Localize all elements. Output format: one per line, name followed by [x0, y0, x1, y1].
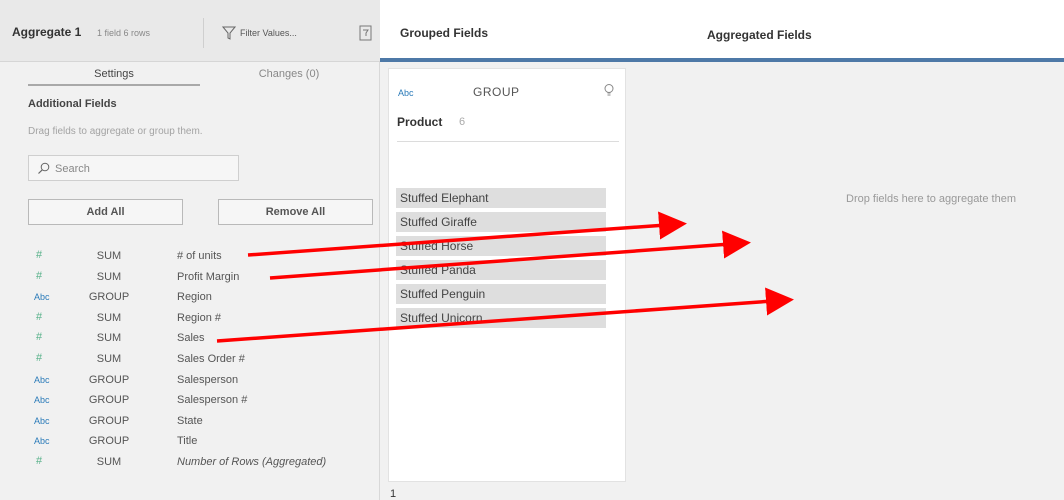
- settings-panel: Aggregate 1 1 field 6 rows Filter Values…: [0, 0, 380, 500]
- field-name: # of units: [177, 250, 222, 262]
- field-row[interactable]: # SUM Region #: [0, 309, 380, 329]
- grouped-fields-title: Grouped Fields: [400, 26, 489, 40]
- field-row[interactable]: # SUM Sales Order #: [0, 350, 380, 370]
- field-row[interactable]: # SUM Profit Margin: [0, 268, 380, 288]
- group-value-row[interactable]: Stuffed Unicorn: [396, 308, 606, 328]
- string-type-icon: Abc: [34, 292, 50, 303]
- aggregated-fields-drop-zone[interactable]: [700, 62, 1064, 500]
- number-type-icon: #: [36, 310, 43, 323]
- group-field-card[interactable]: Abc GROUP Product 6 Stuffed Elephant Stuf…: [388, 68, 626, 482]
- field-aggregation[interactable]: SUM: [84, 353, 134, 365]
- field-row[interactable]: Abc GROUP Salesperson #: [0, 391, 380, 411]
- string-type-icon: Abc: [34, 415, 50, 426]
- field-row[interactable]: # SUM # of units: [0, 247, 380, 267]
- step-title[interactable]: Aggregate 1: [12, 25, 81, 39]
- filter-values-button[interactable]: Filter Values...: [240, 28, 297, 38]
- number-type-icon: #: [36, 331, 43, 344]
- tab-changes[interactable]: Changes (0): [203, 62, 375, 88]
- field-aggregation[interactable]: GROUP: [84, 291, 134, 303]
- field-name: Region: [177, 291, 212, 304]
- tab-settings[interactable]: Settings: [28, 62, 200, 88]
- field-row[interactable]: # SUM Sales: [0, 329, 380, 349]
- step-meta: 1 field 6 rows: [97, 28, 151, 38]
- string-type-icon: Abc: [398, 88, 414, 98]
- number-type-icon: #: [36, 269, 43, 282]
- remove-all-button[interactable]: Remove All: [218, 199, 373, 225]
- field-row[interactable]: Abc GROUP State: [0, 412, 380, 432]
- group-value-row[interactable]: Stuffed Penguin: [396, 284, 606, 304]
- step-toolbar: Aggregate 1 1 field 6 rows Filter Values…: [0, 0, 380, 62]
- field-aggregation[interactable]: GROUP: [84, 435, 134, 447]
- group-value-row[interactable]: Stuffed Panda: [396, 260, 606, 280]
- field-name: Title: [177, 435, 198, 448]
- search-field[interactable]: [28, 155, 239, 181]
- search-icon: [38, 162, 50, 174]
- string-type-icon: Abc: [34, 436, 50, 447]
- field-name: Region #: [177, 311, 222, 324]
- field-name: Sales: [177, 332, 205, 345]
- toolbar-divider: [203, 18, 204, 48]
- field-aggregation[interactable]: GROUP: [84, 394, 134, 406]
- field-name: State: [177, 414, 203, 427]
- search-input[interactable]: [55, 160, 235, 177]
- field-aggregation[interactable]: SUM: [84, 332, 134, 344]
- string-type-icon: Abc: [34, 374, 50, 385]
- add-all-button[interactable]: Add All: [28, 199, 183, 225]
- field-row[interactable]: Abc GROUP Salesperson: [0, 371, 380, 391]
- field-name: Salesperson #: [177, 394, 248, 407]
- aggregated-fields-title: Aggregated Fields: [707, 28, 812, 42]
- group-field-name: Product: [397, 115, 443, 129]
- card-divider: [397, 141, 619, 142]
- group-role-label[interactable]: GROUP: [473, 85, 520, 99]
- field-name: Salesperson: [177, 373, 239, 386]
- footer-mark: 1: [390, 488, 397, 500]
- number-type-icon: #: [36, 352, 43, 364]
- field-name: Profit Margin: [177, 270, 240, 283]
- field-row[interactable]: Abc GROUP Region: [0, 288, 380, 308]
- number-type-icon: #: [36, 249, 43, 261]
- filter-icon[interactable]: [222, 26, 236, 40]
- field-row[interactable]: Abc GROUP Title: [0, 432, 380, 452]
- drop-hint-text: Drop fields here to aggregate them: [846, 193, 1016, 205]
- field-aggregation[interactable]: SUM: [84, 250, 134, 262]
- grouped-fields-header: Grouped Fields: [380, 0, 700, 65]
- field-aggregation[interactable]: GROUP: [84, 415, 134, 427]
- string-type-icon: Abc: [34, 395, 50, 406]
- field-name: Sales Order #: [177, 353, 245, 365]
- number-type-icon: #: [36, 455, 43, 467]
- field-row[interactable]: # SUM Number of Rows (Aggregated): [0, 453, 380, 473]
- lightbulb-icon[interactable]: [603, 83, 615, 99]
- additional-fields-hint: Drag fields to aggregate or group them.: [28, 126, 203, 137]
- group-value-row[interactable]: Stuffed Elephant: [396, 188, 606, 208]
- field-aggregation[interactable]: SUM: [84, 312, 134, 324]
- field-name: Number of Rows (Aggregated): [177, 456, 327, 468]
- field-aggregation[interactable]: SUM: [84, 456, 134, 468]
- additional-fields-title: Additional Fields: [28, 98, 117, 110]
- group-value-row[interactable]: Stuffed Giraffe: [396, 212, 606, 232]
- document-icon[interactable]: [359, 25, 372, 41]
- group-value-row[interactable]: Stuffed Horse: [396, 236, 606, 256]
- field-aggregation[interactable]: SUM: [84, 271, 134, 283]
- aggregated-fields-header: Aggregated Fields: [700, 12, 1064, 58]
- group-field-count: 6: [459, 116, 466, 128]
- field-aggregation[interactable]: GROUP: [84, 374, 134, 386]
